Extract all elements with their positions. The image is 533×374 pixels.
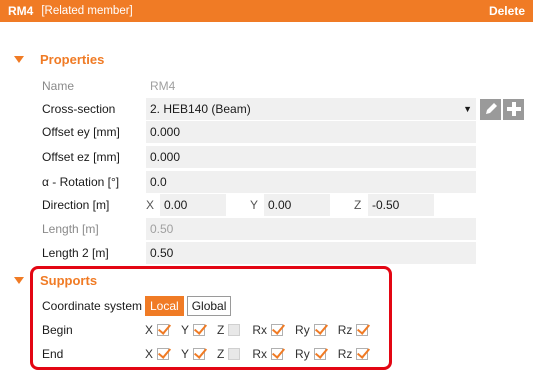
rotation-row: α - Rotation [°] 0.0 <box>42 171 532 193</box>
direction-y-field[interactable]: 0.00 <box>264 194 330 216</box>
direction-x-label: X <box>146 198 155 212</box>
length2-label: Length 2 [m] <box>42 246 109 260</box>
add-cross-section-button[interactable] <box>503 98 524 120</box>
collapse-triangle-icon[interactable] <box>14 55 24 63</box>
offset-ey-field[interactable]: 0.000 <box>146 121 476 143</box>
cross-section-row: Cross-section 2. HEB140 (Beam) ▼ <box>42 98 532 120</box>
member-header: RM4 [Related member] Delete <box>0 0 533 22</box>
offset-ez-label: Offset ez [mm] <box>42 150 120 164</box>
name-field: RM4 <box>146 75 476 97</box>
direction-label: Direction [m] <box>42 198 110 212</box>
supports-highlight-frame <box>30 266 392 370</box>
rotation-field[interactable]: 0.0 <box>146 171 476 193</box>
name-row: Name RM4 <box>42 75 532 97</box>
length2-field[interactable]: 0.50 <box>146 242 476 264</box>
edit-cross-section-button[interactable] <box>480 98 501 120</box>
chevron-down-icon: ▼ <box>463 104 472 114</box>
cross-section-select[interactable]: 2. HEB140 (Beam) ▼ <box>146 98 476 120</box>
length-row: Length [m] 0.50 <box>42 218 532 240</box>
delete-button[interactable]: Delete <box>489 4 525 18</box>
length2-row: Length 2 [m] 0.50 <box>42 242 532 264</box>
member-id: RM4 <box>8 4 34 18</box>
length-field: 0.50 <box>146 218 476 240</box>
direction-z-label: Z <box>354 198 362 212</box>
offset-ez-field[interactable]: 0.000 <box>146 146 476 168</box>
name-label: Name <box>42 79 75 93</box>
direction-row: Direction [m] X 0.00 Y 0.00 Z -0.50 <box>42 194 532 216</box>
direction-z-field[interactable]: -0.50 <box>368 194 434 216</box>
cross-section-label: Cross-section <box>42 102 116 116</box>
offset-ez-row: Offset ez [mm] 0.000 <box>42 146 532 168</box>
properties-title: Properties <box>40 51 105 67</box>
member-type: [Related member] <box>41 5 133 17</box>
cross-section-value: 2. HEB140 (Beam) <box>150 102 251 116</box>
collapse-triangle-icon[interactable] <box>14 276 24 284</box>
direction-y-label: Y <box>250 198 259 212</box>
properties-section-header[interactable]: Properties <box>14 50 104 68</box>
pencil-icon <box>485 103 497 114</box>
plus-icon <box>506 102 521 116</box>
direction-x-field[interactable]: 0.00 <box>160 194 226 216</box>
offset-ey-label: Offset ey [mm] <box>42 125 120 139</box>
offset-ey-row: Offset ey [mm] 0.000 <box>42 121 532 143</box>
rotation-label: α - Rotation [°] <box>42 175 120 189</box>
length-label: Length [m] <box>42 222 99 236</box>
